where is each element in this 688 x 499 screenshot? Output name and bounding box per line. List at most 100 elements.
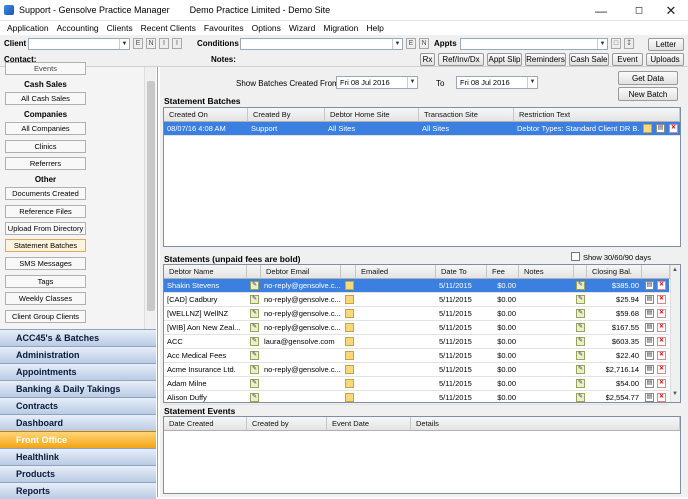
edit-pencil-icon[interactable]: ✎ xyxy=(250,379,259,388)
col-created-by[interactable]: Created By xyxy=(248,108,325,122)
email-icon[interactable] xyxy=(345,393,354,402)
print-icon[interactable]: ▤ xyxy=(645,393,654,402)
delete-icon[interactable]: ✕ xyxy=(657,379,666,388)
sidebar-item-events[interactable]: Events xyxy=(5,62,86,75)
table-row[interactable]: Acc Medical Fees ✎ 5/11/2015 $0.00 ✎ $22.40 ▤ ✕ xyxy=(164,349,669,363)
email-icon[interactable] xyxy=(345,365,354,374)
menu-favourites[interactable]: Favourites xyxy=(200,23,248,33)
notes-edit-icon[interactable]: ✎ xyxy=(576,323,585,332)
edit-pencil-icon[interactable]: ✎ xyxy=(250,323,259,332)
nav-products[interactable]: Products xyxy=(0,465,156,482)
menu-application[interactable]: Application xyxy=(3,23,53,33)
edit-pencil-icon[interactable]: ✎ xyxy=(250,295,259,304)
delete-icon[interactable]: ✕ xyxy=(657,323,666,332)
sidebar-item-weekly-classes[interactable]: Weekly Classes xyxy=(5,292,86,305)
menu-help[interactable]: Help xyxy=(362,23,387,33)
menu-clients[interactable]: Clients xyxy=(103,23,137,33)
sidebar-item-tags[interactable]: Tags xyxy=(5,275,86,288)
col-actions[interactable] xyxy=(642,265,670,279)
delete-icon[interactable]: ✕ xyxy=(669,124,678,133)
email-icon[interactable] xyxy=(345,295,354,304)
email-icon[interactable] xyxy=(345,337,354,346)
sidebar-item-all-companies[interactable]: All Companies xyxy=(5,122,86,135)
col-debtor-email[interactable]: Debtor Email xyxy=(261,265,341,279)
appts-combo[interactable]: ▼ xyxy=(460,38,608,50)
uploads-button[interactable]: Uploads xyxy=(646,53,684,66)
sidebar-item-sms-messages[interactable]: SMS Messages xyxy=(5,257,86,270)
cash-sale-button[interactable]: Cash Sale xyxy=(569,53,609,66)
menu-accounting[interactable]: Accounting xyxy=(53,23,103,33)
delete-icon[interactable]: ✕ xyxy=(657,351,666,360)
chevron-down-icon[interactable]: ▼ xyxy=(597,39,607,49)
print-icon[interactable]: ▤ xyxy=(645,323,654,332)
delete-icon[interactable]: ✕ xyxy=(657,309,666,318)
print-icon[interactable]: ▤ xyxy=(645,379,654,388)
col-email-icon[interactable] xyxy=(341,265,356,279)
edit-pencil-icon[interactable]: ✎ xyxy=(250,365,259,374)
email-icon[interactable] xyxy=(345,323,354,332)
sidebar-item-upload-from-directory[interactable]: Upload From Directory xyxy=(5,222,86,235)
delete-icon[interactable]: ✕ xyxy=(657,393,666,402)
rx-button[interactable]: Rx xyxy=(420,53,435,66)
menu-recent-clients[interactable]: Recent Clients xyxy=(137,23,200,33)
scrollbar-thumb[interactable] xyxy=(147,81,155,311)
notes-edit-icon[interactable]: ✎ xyxy=(576,379,585,388)
menu-migration[interactable]: Migration xyxy=(319,23,362,33)
email-icon[interactable] xyxy=(345,351,354,360)
col-notes-edit[interactable] xyxy=(574,265,587,279)
nav-administration[interactable]: Administration xyxy=(0,346,156,363)
conditions-n-button[interactable]: N xyxy=(419,38,429,49)
col-notes[interactable]: Notes xyxy=(519,265,574,279)
appts-download-icon[interactable]: ↧ xyxy=(624,38,634,49)
ref-inv-dx-button[interactable]: Ref/Inv/Dx xyxy=(438,53,484,66)
nav-healthlink[interactable]: Healthlink xyxy=(0,448,156,465)
reminders-button[interactable]: Reminders xyxy=(525,53,566,66)
client-n-button[interactable]: N xyxy=(146,38,156,49)
edit-pencil-icon[interactable]: ✎ xyxy=(250,281,259,290)
client-combo[interactable]: ▼ xyxy=(28,38,130,50)
letter-button[interactable]: Letter xyxy=(648,38,684,51)
nav-contracts[interactable]: Contracts xyxy=(0,397,156,414)
notes-edit-icon[interactable]: ✎ xyxy=(576,393,585,402)
col-edit[interactable] xyxy=(247,265,261,279)
menu-options[interactable]: Options xyxy=(248,23,285,33)
sidebar-item-documents-created[interactable]: Documents Created xyxy=(5,187,86,200)
calendar-dropdown-icon[interactable]: ▼ xyxy=(527,77,537,88)
col-created-on[interactable]: Created On xyxy=(164,108,248,122)
nav-acc45s-batches[interactable]: ACC45's & Batches xyxy=(0,329,156,346)
col-debtor-name[interactable]: Debtor Name xyxy=(164,265,247,279)
col-emailed[interactable]: Emailed xyxy=(356,265,436,279)
appt-slip-button[interactable]: Appt Slip xyxy=(487,53,522,66)
print-icon[interactable]: ▤ xyxy=(645,351,654,360)
print-icon[interactable]: ▤ xyxy=(645,281,654,290)
col-date-created[interactable]: Date Created xyxy=(164,417,247,431)
to-date-picker[interactable]: Fri 08 Jul 2016 ▼ xyxy=(456,76,538,89)
table-row[interactable]: Alison Duffy ✎ 5/11/2015 $0.00 ✎ $2,554.77 ▤ ✕ xyxy=(164,391,669,405)
sidebar-item-clinics[interactable]: Clinics xyxy=(5,140,86,153)
col-details[interactable]: Details xyxy=(411,417,680,431)
col-date-to[interactable]: Date To xyxy=(436,265,487,279)
col-closing-bal[interactable]: Closing Bal. xyxy=(587,265,642,279)
statements-scrollbar[interactable]: ▲ ▼ xyxy=(670,265,680,402)
notes-edit-icon[interactable]: ✎ xyxy=(576,365,585,374)
table-row[interactable]: Adam Milne ✎ 5/11/2015 $0.00 ✎ $54.00 ▤ ✕ xyxy=(164,377,669,391)
col-event-date[interactable]: Event Date xyxy=(327,417,411,431)
table-row[interactable]: ACC ✎ laura@gensolve.com 5/11/2015 $0.00 ✎ $60… xyxy=(164,335,669,349)
email-icon[interactable] xyxy=(345,379,354,388)
col-event-created-by[interactable]: Created by xyxy=(247,417,327,431)
sidebar-item-referrers[interactable]: Referrers xyxy=(5,157,86,170)
sidebar-item-client-group-clients[interactable]: Client Group Clients xyxy=(5,310,86,323)
nav-dashboard[interactable]: Dashboard xyxy=(0,414,156,431)
print-icon[interactable]: ▤ xyxy=(645,337,654,346)
col-restriction-text[interactable]: Restriction Text xyxy=(514,108,680,122)
client-i-button[interactable]: I xyxy=(159,38,169,49)
table-row[interactable]: Shakin Stevens ✎ no-reply@gensolve.c... 5/1… xyxy=(164,279,669,293)
client-i2-button[interactable]: I xyxy=(172,38,182,49)
edit-pencil-icon[interactable]: ✎ xyxy=(250,351,259,360)
sidebar-item-statement-batches[interactable]: Statement Batches xyxy=(5,239,86,252)
print-icon[interactable]: ▤ xyxy=(645,295,654,304)
sidebar-item-reference-files[interactable]: Reference Files xyxy=(5,205,86,218)
sidebar-item-all-cash-sales[interactable]: All Cash Sales xyxy=(5,92,86,105)
print-icon[interactable]: ▤ xyxy=(645,309,654,318)
notes-edit-icon[interactable]: ✎ xyxy=(576,337,585,346)
